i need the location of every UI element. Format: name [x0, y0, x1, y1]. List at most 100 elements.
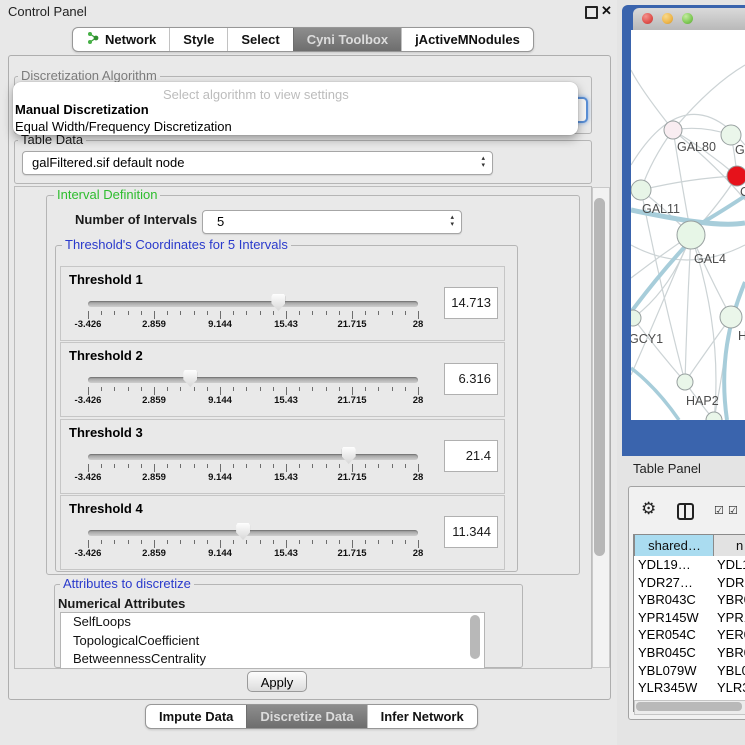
network-node-gal4[interactable] [677, 221, 705, 249]
scrollbar-thumb[interactable] [594, 198, 605, 556]
table-row[interactable]: YDL19…YDL1 [634, 556, 745, 574]
slider-tick-mark [207, 464, 208, 468]
tab-cyni-toolbox[interactable]: Cyni Toolbox [293, 28, 401, 51]
network-node-gal11[interactable] [631, 180, 651, 200]
slider-tick-mark [88, 464, 89, 472]
slider-tick-mark [220, 464, 221, 472]
threshold-slider-thumb[interactable] [236, 523, 250, 540]
network-edge-thick[interactable] [631, 240, 691, 312]
threshold-value-field[interactable]: 14.713 [444, 287, 498, 319]
tab-network[interactable]: Network [73, 28, 169, 51]
algorithm-option-manual[interactable]: Manual Discretization [15, 102, 149, 117]
slider-scale-label: -3.426 [75, 472, 102, 483]
network-node[interactable] [721, 125, 741, 145]
number-of-intervals-combobox[interactable]: 5 ▴▾ [202, 210, 462, 234]
slider-tick-mark [273, 540, 274, 544]
table-row[interactable]: YDR27…YDR2 [634, 574, 745, 592]
minimize-window-icon[interactable] [662, 13, 673, 24]
threshold-value-field[interactable]: 21.4 [444, 440, 498, 472]
table-row[interactable]: YER054CYER0 [634, 626, 745, 644]
threshold-label: Threshold 1 [69, 272, 143, 287]
table-row[interactable]: YBR043CYBR0 [634, 591, 745, 609]
slider-tick-mark [88, 387, 89, 395]
slider-tick-mark [392, 540, 393, 544]
slider-scale-label: 2.859 [142, 472, 166, 483]
algorithm-option-equal-width[interactable]: Equal Width/Frequency Discretization [15, 119, 232, 134]
slider-tick-mark [180, 464, 181, 468]
slider-tick-mark [365, 540, 366, 544]
network-edge[interactable] [641, 176, 737, 190]
close-panel-icon[interactable]: ✕ [601, 3, 612, 19]
slider-tick-mark [101, 464, 102, 468]
threshold-slider-thumb[interactable] [183, 370, 197, 387]
attributes-scrollbar-thumb[interactable] [470, 615, 480, 659]
network-window-titlebar[interactable] [633, 8, 745, 31]
float-panel-icon[interactable] [585, 6, 598, 19]
table-row[interactable]: YPR145WYPR1 [634, 609, 745, 627]
slider-tick-mark [392, 311, 393, 315]
tab-infer-network[interactable]: Infer Network [367, 705, 477, 728]
slider-tick-mark [167, 387, 168, 391]
network-edge-thick[interactable] [724, 282, 745, 420]
network-canvas[interactable]: GAL80GAL11GAL4GCY1HHAP2GAC [631, 30, 745, 420]
apply-button[interactable]: Apply [247, 671, 307, 692]
slider-scale-label: 15.43 [274, 395, 298, 406]
network-graph[interactable]: GAL80GAL11GAL4GCY1HHAP2GAC [631, 30, 745, 420]
threshold-value-field[interactable]: 6.316 [444, 363, 498, 395]
network-edge[interactable] [685, 235, 691, 382]
attribute-list-item[interactable]: BetweennessCentrality [61, 650, 484, 669]
attribute-list-item[interactable]: TopologicalCoefficient [61, 632, 484, 651]
slider-tick-mark [101, 387, 102, 391]
hscrollbar-thumb[interactable] [636, 702, 742, 711]
table-data-combobox[interactable]: galFiltered.sif default node ▴▾ [22, 151, 493, 175]
threshold-slider-track[interactable] [88, 301, 418, 307]
algorithm-dropdown-popup: Select algorithm to view settings Manual… [13, 82, 578, 135]
network-edge[interactable] [673, 65, 745, 130]
attribute-list-item[interactable]: SelfLoops [61, 613, 484, 632]
numerical-attributes-list[interactable]: SelfLoopsTopologicalCoefficientBetweenne… [60, 612, 485, 669]
slider-tick-mark [286, 464, 287, 472]
slider-tick-mark [233, 387, 234, 391]
tab-impute-data[interactable]: Impute Data [146, 705, 246, 728]
table-row[interactable]: YBL079WYBL0 [634, 662, 745, 680]
threshold-label: Threshold 3 [69, 425, 143, 440]
network-node-h[interactable] [720, 306, 742, 328]
threshold-slider-track[interactable] [88, 454, 418, 460]
slider-tick-mark [180, 540, 181, 544]
threshold-slider-track[interactable] [88, 530, 418, 536]
network-node-hap2[interactable] [677, 374, 693, 390]
vertical-scrollbar[interactable] [592, 187, 610, 668]
network-node-gal80[interactable] [664, 121, 682, 139]
cell-shared-name: YDL19… [638, 557, 691, 572]
network-node[interactable] [727, 166, 745, 186]
slider-tick-mark [286, 387, 287, 395]
threshold-value-field[interactable]: 11.344 [444, 516, 498, 548]
zoom-window-icon[interactable] [682, 13, 693, 24]
table-settings-gear-icon[interactable]: ⚙ [641, 499, 656, 519]
threshold-slider-thumb[interactable] [342, 447, 356, 464]
network-edge[interactable] [631, 70, 673, 130]
table-row[interactable]: YLR345WYLR3 [634, 679, 745, 697]
tab-select[interactable]: Select [227, 28, 292, 51]
table-column-header-shared[interactable]: shared… [634, 534, 715, 557]
show-column-checkbox-icon[interactable]: ☑ [714, 504, 724, 517]
tab-style[interactable]: Style [169, 28, 227, 51]
table-column-header-n[interactable]: n [713, 534, 745, 557]
table-horizontal-scrollbar[interactable] [634, 700, 745, 715]
slider-scale-label: 28 [413, 319, 424, 330]
table-rows[interactable]: YDL19…YDL1YDR27…YDR2YBR043CYBR0YPR145WYP… [634, 556, 745, 700]
slider-scale-label: 2.859 [142, 548, 166, 559]
threshold-slider-thumb[interactable] [271, 294, 285, 311]
table-row[interactable]: YBR045CYBR0 [634, 644, 745, 662]
show-column-checkbox-icon[interactable]: ☑ [728, 504, 738, 517]
network-edge-thick[interactable] [631, 368, 679, 420]
tab-discretize-data[interactable]: Discretize Data [246, 705, 366, 728]
slider-tick-mark [154, 311, 155, 319]
close-window-icon[interactable] [642, 13, 653, 24]
tab-jactivemnodules[interactable]: jActiveMNodules [401, 28, 533, 51]
tab-label: Style [183, 32, 214, 47]
threshold-slider-track[interactable] [88, 377, 418, 383]
column-layout-icon[interactable] [677, 503, 694, 520]
slider-scale-label: 9.144 [208, 319, 232, 330]
slider-tick-mark [339, 464, 340, 468]
